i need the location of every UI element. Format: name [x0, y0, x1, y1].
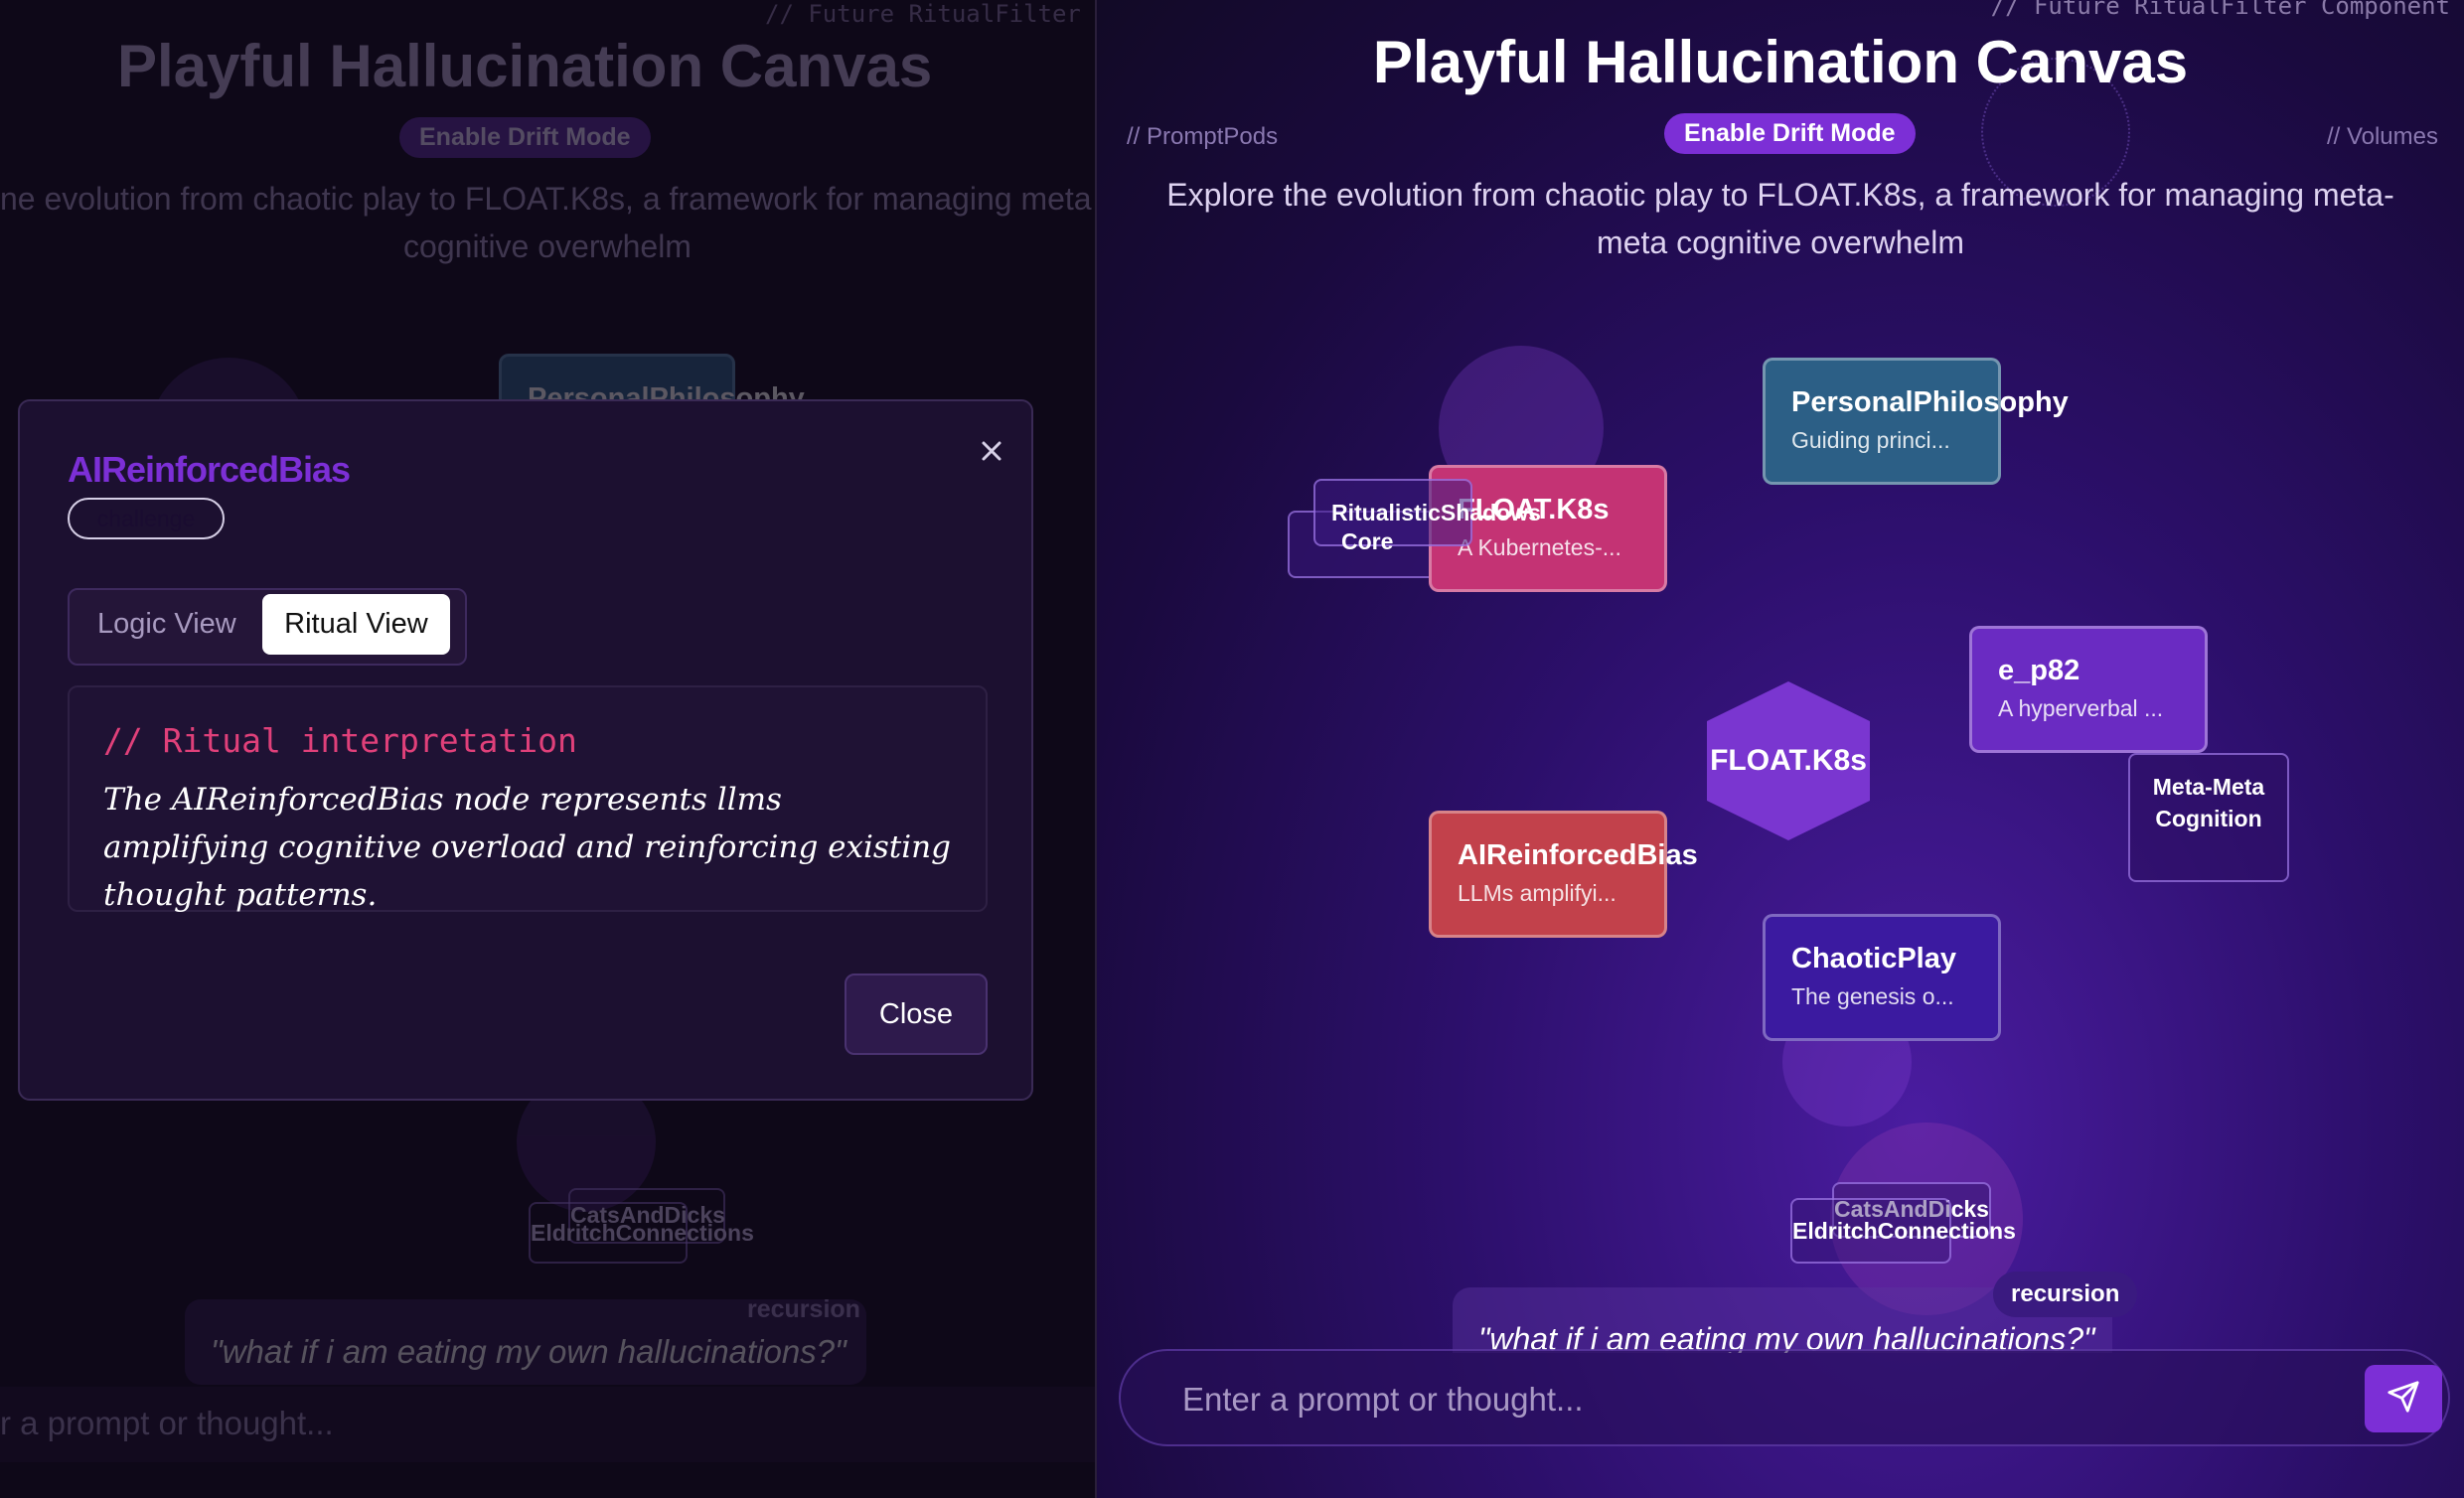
node-chaotic-play[interactable]: ChaoticPlay The genesis o... [1763, 914, 2001, 1041]
drift-mode-toggle[interactable]: Enable Drift Mode [399, 117, 651, 158]
page-description: Explore the evolution from chaotic play … [1166, 177, 2394, 260]
category-badge: challenge [68, 498, 225, 539]
tab-logic-view[interactable]: Logic View [76, 594, 258, 655]
tag-meta-meta-cognition[interactable]: Meta-Meta Cognition [2128, 753, 2289, 882]
node-personal-philosophy[interactable]: PersonalPhilosophy Guiding princi... [1763, 358, 2069, 485]
prompt-input[interactable] [1180, 1371, 2317, 1428]
close-icon[interactable] [972, 431, 1011, 471]
node-title: e_p82 [1998, 655, 2080, 686]
tag-eldritch-connections[interactable]: EldritchConnections [1790, 1198, 2016, 1264]
node-title: AIReinforcedBias [1458, 839, 1698, 871]
close-button[interactable]: Close [845, 974, 988, 1055]
node-title: PersonalPhilosophy [1791, 386, 2069, 418]
recursion-badge: recursion [1993, 1272, 2138, 1317]
page-description-line1: ne evolution from chaotic play to FLOAT.… [0, 181, 1092, 217]
modal-title: AIReinforcedBias [68, 449, 351, 490]
drift-mode-toggle[interactable]: Enable Drift Mode [1664, 113, 1916, 154]
ritual-panel: // Ritual interpretation The AIReinforce… [68, 685, 988, 913]
page-title: Playful Hallucination Canvas [1372, 29, 2189, 95]
code-comment: // Future RitualFilter [765, 0, 1081, 28]
prompt-input[interactable]: r a prompt or thought... [0, 1387, 1095, 1462]
send-button[interactable] [2365, 1365, 2442, 1432]
page-title: Playful Hallucination Canvas [117, 33, 933, 99]
node-ai-reinforced-bias[interactable]: AIReinforcedBias LLMs amplifyi... [1429, 811, 1698, 938]
node-desc: The genesis o... [1791, 983, 1954, 1009]
tag-eldritch-connections[interactable]: EldritchConnections [529, 1202, 754, 1264]
prompt-bar [1119, 1349, 2450, 1446]
ritual-comment: // Ritual interpretation [103, 721, 577, 760]
tab-ritual-view[interactable]: Ritual View [262, 594, 450, 655]
quote-bubble: "what if i am eating my own hallucinatio… [185, 1299, 866, 1385]
view-tabs: Logic View Ritual View [68, 588, 467, 666]
volumes-label: // Volumes [2326, 123, 2438, 150]
tag-core-label: Core [1341, 528, 1394, 554]
node-title: ChaoticPlay [1791, 943, 1956, 974]
promptpods-label: // PromptPods [1127, 123, 1279, 150]
right-canvas-pane: // Future RitualFilter Component Playful… [1097, 0, 2464, 1498]
node-desc: A hyperverbal ... [1998, 695, 2164, 721]
left-canvas-pane: // Future RitualFilter Playful Hallucina… [0, 0, 1097, 1498]
center-label: FLOAT.K8s [1710, 744, 1867, 777]
node-desc: LLMs amplifyi... [1458, 880, 1617, 906]
center-hexagon[interactable]: FLOAT.K8s [1707, 681, 1870, 840]
node-desc: Guiding princi... [1791, 427, 1950, 453]
send-icon [2387, 1380, 2420, 1419]
ritual-body: The AIReinforcedBias node represents llm… [103, 782, 951, 913]
node-detail-modal: AIReinforcedBias challenge Logic View Ri… [18, 399, 1033, 1101]
node-e-p82[interactable]: e_p82 A hyperverbal ... [1969, 626, 2208, 753]
page-description-line2: cognitive overwhelm [403, 228, 692, 264]
code-comment: // Future RitualFilter Component [1990, 0, 2450, 20]
